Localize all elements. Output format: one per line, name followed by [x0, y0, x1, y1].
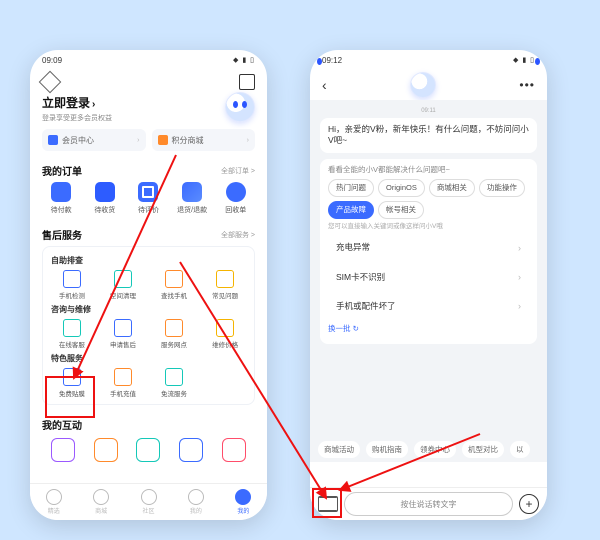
special-title: 特色服务 — [51, 353, 248, 364]
tag-originos[interactable]: OriginOS — [378, 179, 425, 197]
question-charge[interactable]: 充电异常› — [328, 236, 529, 260]
voice-input[interactable]: 按住说话转文字 — [344, 492, 513, 516]
chip-guide[interactable]: 购机指南 — [366, 441, 408, 458]
tag-account[interactable]: 帐号相关 — [378, 201, 424, 219]
bot-avatar-icon — [410, 72, 436, 98]
interact-icon-3[interactable] — [136, 438, 160, 462]
back-icon[interactable]: ‹ — [322, 77, 327, 93]
bot-greeting: Hi，亲爱的V粉，新年快乐！有什么问题，不妨问问小V吧~ — [320, 118, 537, 153]
tag-hot[interactable]: 热门问题 — [328, 179, 374, 197]
selfcheck-clean[interactable]: 空间清理 — [100, 270, 146, 300]
order-pending-receive[interactable]: 待收货 — [86, 182, 124, 215]
interact-icon-5[interactable] — [222, 438, 246, 462]
settings-icon[interactable] — [39, 71, 62, 94]
statusbar: 09:12 ◆ ▮ ▯ — [310, 50, 547, 70]
order-pending-review[interactable]: 待评价 — [129, 182, 167, 215]
orders-more[interactable]: 全部订单 > — [221, 166, 255, 176]
aftersale-section: 售后服务 全部服务 > 自助排查 手机检测 空间清理 查找手机 常见问题 咨询与维… — [30, 221, 267, 405]
interact-icon-2[interactable] — [94, 438, 118, 462]
chip-more[interactable]: 以 — [510, 441, 530, 458]
selfcheck-find[interactable]: 查找手机 — [151, 270, 197, 300]
selfcheck-faq[interactable]: 常见问题 — [202, 270, 248, 300]
keyword-hint: 您可以直接输入关键词或像这样问小V哦 — [328, 223, 529, 232]
chat-header: ‹ ••• — [310, 70, 547, 100]
tag-mall[interactable]: 商城相关 — [429, 179, 475, 197]
quick-links: 会员中心› 积分商城› — [30, 129, 267, 157]
status-time: 09:09 — [42, 56, 62, 65]
status-time: 09:12 — [322, 56, 342, 65]
aftersale-more[interactable]: 全部服务 > — [221, 230, 255, 240]
special-film[interactable]: 免费贴膜 — [49, 368, 95, 398]
chat-time: 09:11 — [320, 108, 537, 114]
chip-coupon[interactable]: 领券中心 — [414, 441, 456, 458]
help-card: 看看全能的小V都能解决什么问题吧~ 热门问题 OriginOS 商城相关 功能操… — [320, 159, 537, 344]
status-icons: ◆ ▮ ▯ — [233, 56, 255, 64]
tag-function[interactable]: 功能操作 — [479, 179, 525, 197]
keyboard-icon[interactable] — [318, 496, 338, 512]
order-pending-pay[interactable]: 待付款 — [42, 182, 80, 215]
interact-icon-1[interactable] — [51, 438, 75, 462]
tag-fault[interactable]: 产品故障 — [328, 201, 374, 219]
points-mall-pill[interactable]: 积分商城› — [152, 129, 256, 151]
special-recharge[interactable]: 手机充值 — [100, 368, 146, 398]
login-title: 立即登录› — [42, 94, 255, 111]
nav-community[interactable]: 社区 — [125, 484, 172, 520]
nav-discover[interactable]: 我的 — [172, 484, 219, 520]
chip-compare[interactable]: 机型对比 — [462, 441, 504, 458]
aftersale-title: 售后服务 — [42, 227, 82, 242]
orders-title: 我的订单 — [42, 163, 82, 178]
statusbar: 09:09 ◆ ▮ ▯ — [30, 50, 267, 70]
right-screen: 09:12 ◆ ▮ ▯ ‹ ••• 09:11 Hi，亲爱的V粉，新年快乐！有什… — [310, 50, 547, 520]
chip-activity[interactable]: 商城活动 — [318, 441, 360, 458]
left-screen: 09:09 ◆ ▮ ▯ 立即登录› 登录享受更多会员权益 会员中心› 积分商城›… — [30, 50, 267, 520]
member-center-pill[interactable]: 会员中心› — [42, 129, 146, 151]
avatar-icon[interactable] — [225, 92, 255, 122]
consult-apply[interactable]: 申请售后 — [100, 319, 146, 349]
consult-price[interactable]: 维修价格 — [202, 319, 248, 349]
interact-section: 我的互动 — [30, 411, 267, 464]
help-hint: 看看全能的小V都能解决什么问题吧~ — [328, 165, 529, 175]
consult-online[interactable]: 在线客服 — [49, 319, 95, 349]
nav-store[interactable]: 商城 — [77, 484, 124, 520]
login-block[interactable]: 立即登录› 登录享受更多会员权益 — [30, 92, 267, 129]
consult-title: 咨询与维修 — [51, 304, 248, 315]
suggestion-chips: 商城活动 购机指南 领券中心 机型对比 以 — [310, 436, 547, 462]
question-broken[interactable]: 手机或配件坏了› — [328, 294, 529, 318]
chat-area: 09:11 Hi，亲爱的V粉，新年快乐！有什么问题，不妨问问小V吧~ 看看全能的… — [310, 100, 547, 462]
question-sim[interactable]: SIM卡不识别› — [328, 265, 529, 289]
cart-icon[interactable] — [239, 74, 255, 90]
consult-store[interactable]: 服务网点 — [151, 319, 197, 349]
order-recycle[interactable]: 回收单 — [217, 182, 255, 215]
nav-featured[interactable]: 精选 — [30, 484, 77, 520]
bottom-nav: 精选 商城 社区 我的 我的 — [30, 483, 267, 520]
input-bar: 按住说话转文字 + — [310, 487, 547, 520]
topbar — [30, 70, 267, 92]
refresh-button[interactable]: 换一批 ↻ — [328, 324, 529, 334]
topic-tags: 热门问题 OriginOS 商城相关 功能操作 产品故障 帐号相关 — [328, 179, 529, 219]
login-subtitle: 登录享受更多会员权益 — [42, 113, 255, 123]
plus-icon[interactable]: + — [519, 494, 539, 514]
interact-title: 我的互动 — [42, 417, 82, 432]
selfcheck-title: 自助排查 — [51, 255, 248, 266]
selfcheck-phone[interactable]: 手机检测 — [49, 270, 95, 300]
nav-mine[interactable]: 我的 — [220, 484, 267, 520]
special-free[interactable]: 免流服务 — [151, 368, 197, 398]
order-refund[interactable]: 退货/退款 — [173, 182, 211, 215]
status-icons: ◆ ▮ ▯ — [513, 56, 535, 64]
interact-icon-4[interactable] — [179, 438, 203, 462]
orders-section: 我的订单 全部订单 > 待付款 待收货 待评价 退货/退款 回收单 — [30, 157, 267, 215]
more-icon[interactable]: ••• — [519, 78, 535, 92]
